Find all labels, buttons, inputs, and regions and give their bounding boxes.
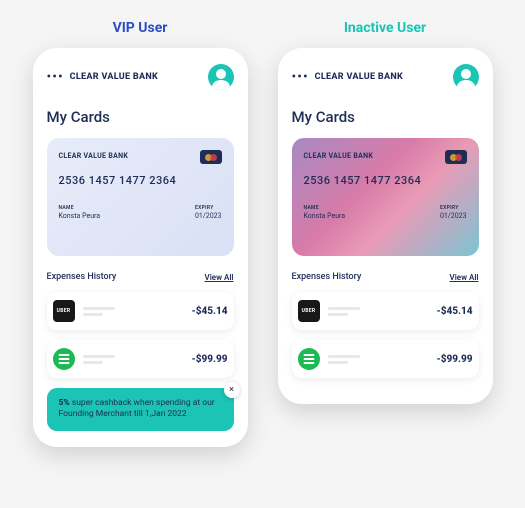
placeholder-lines xyxy=(83,355,115,364)
view-all-link[interactable]: View All xyxy=(450,273,479,282)
placeholder-lines xyxy=(83,307,115,316)
screen-vip: ••• CLEAR VALUE BANK My Cards CLEAR VALU… xyxy=(33,48,248,447)
card-expiry-value: 01/2023 xyxy=(440,212,467,220)
card-name-label: NAME xyxy=(304,205,346,211)
card-number: 2536 1457 1477 2364 xyxy=(59,174,222,187)
expenses-title: Expenses History xyxy=(292,272,362,282)
avatar-icon[interactable] xyxy=(208,64,234,90)
card-name-value: Konsta Peura xyxy=(59,212,101,220)
expense-amount: -$99.99 xyxy=(191,354,227,365)
page-title: My Cards xyxy=(292,108,479,126)
spotify-icon xyxy=(53,348,75,370)
close-icon[interactable]: × xyxy=(224,382,240,398)
placeholder-lines xyxy=(328,355,360,364)
mastercard-icon xyxy=(445,150,467,164)
expenses-title: Expenses History xyxy=(47,272,117,282)
avatar-icon[interactable] xyxy=(453,64,479,90)
promo-banner[interactable]: × 5% super cashback when spending at our… xyxy=(47,388,234,431)
bank-name: CLEAR VALUE BANK xyxy=(70,72,158,82)
expense-amount: -$45.14 xyxy=(191,306,227,317)
expense-row[interactable]: UBER -$45.14 xyxy=(292,292,479,330)
card-name-value: Konsta Peura xyxy=(304,212,346,220)
placeholder-lines xyxy=(328,307,360,316)
card-bank-label: CLEAR VALUE BANK xyxy=(304,152,467,160)
menu-icon[interactable]: ••• xyxy=(47,69,64,85)
card-expiry-value: 01/2023 xyxy=(195,212,222,220)
bank-name: CLEAR VALUE BANK xyxy=(315,72,403,82)
page-title: My Cards xyxy=(47,108,234,126)
view-all-link[interactable]: View All xyxy=(205,273,234,282)
expense-row[interactable]: -$99.99 xyxy=(47,340,234,378)
credit-card[interactable]: CLEAR VALUE BANK 2536 1457 1477 2364 NAM… xyxy=(292,138,479,256)
expense-row[interactable]: -$99.99 xyxy=(292,340,479,378)
promo-text: 5% super cashback when spending at our F… xyxy=(59,398,222,421)
expense-row[interactable]: UBER -$45.14 xyxy=(47,292,234,330)
expense-amount: -$45.14 xyxy=(436,306,472,317)
screen-inactive: ••• CLEAR VALUE BANK My Cards CLEAR VALU… xyxy=(278,48,493,404)
card-number: 2536 1457 1477 2364 xyxy=(304,174,467,187)
expense-amount: -$99.99 xyxy=(436,354,472,365)
card-expiry-label: EXPIRY xyxy=(440,205,467,211)
menu-icon[interactable]: ••• xyxy=(292,69,309,85)
card-name-label: NAME xyxy=(59,205,101,211)
uber-icon: UBER xyxy=(298,300,320,322)
app-header: ••• CLEAR VALUE BANK xyxy=(47,64,234,90)
screen-label-vip: VIP User xyxy=(113,20,168,36)
card-bank-label: CLEAR VALUE BANK xyxy=(59,152,222,160)
uber-icon: UBER xyxy=(53,300,75,322)
mastercard-icon xyxy=(200,150,222,164)
credit-card[interactable]: CLEAR VALUE BANK 2536 1457 1477 2364 NAM… xyxy=(47,138,234,256)
screen-label-inactive: Inactive User xyxy=(344,20,426,36)
card-expiry-label: EXPIRY xyxy=(195,205,222,211)
app-header: ••• CLEAR VALUE BANK xyxy=(292,64,479,90)
spotify-icon xyxy=(298,348,320,370)
